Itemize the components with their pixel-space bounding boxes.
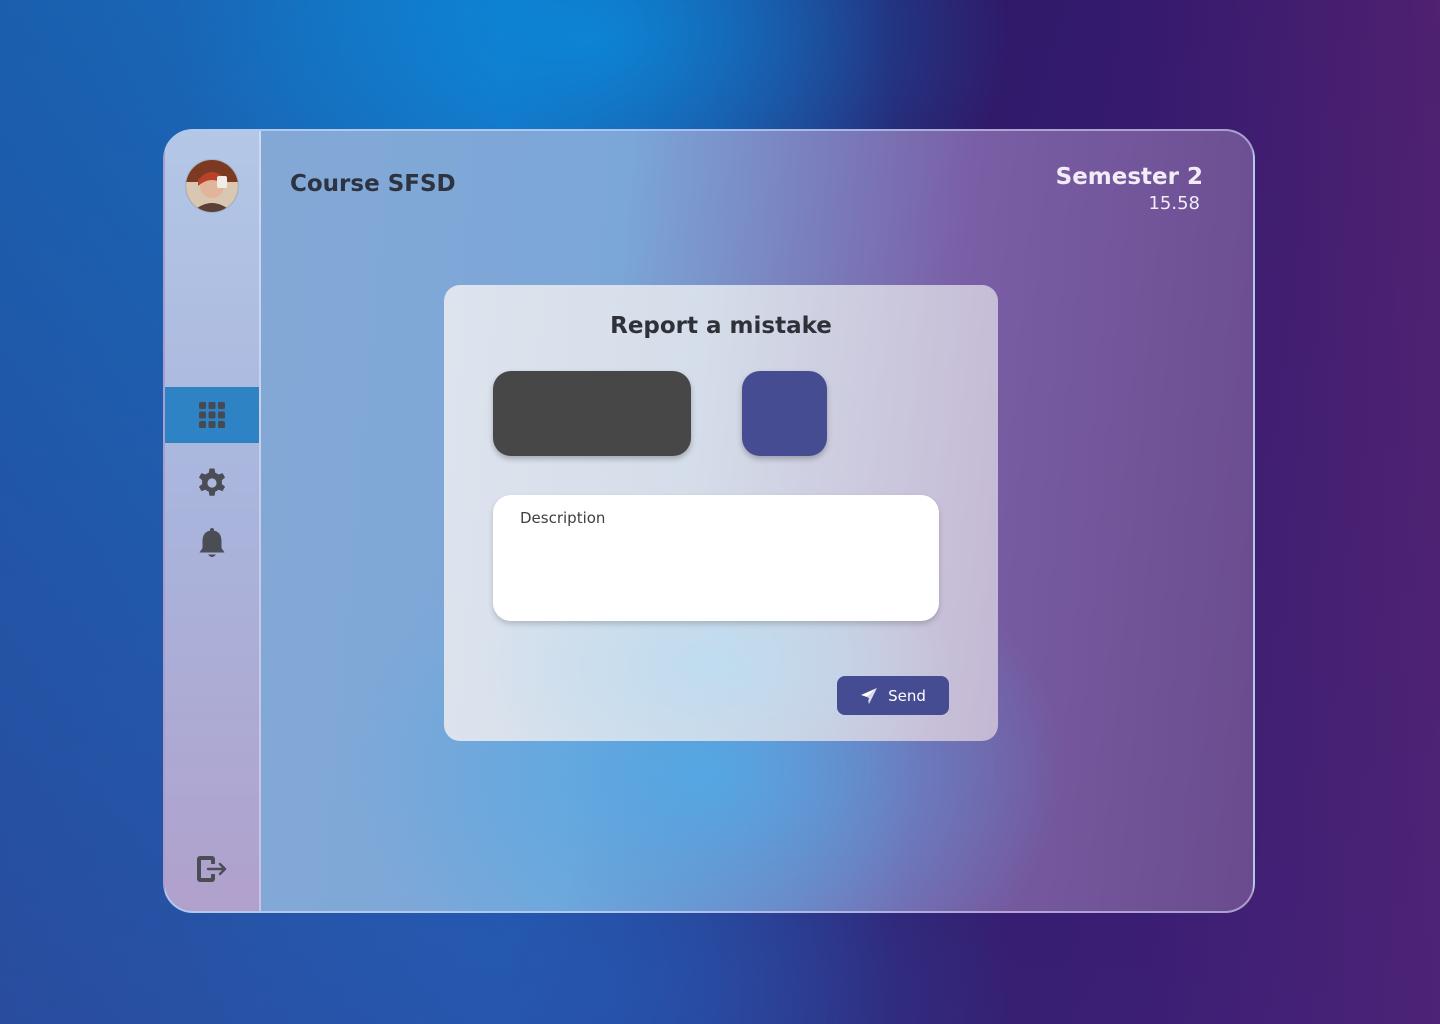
semester-value: 15.58: [1148, 193, 1200, 214]
report-mistake-dialog: Report a mistake Send: [444, 285, 998, 741]
option-dark-button[interactable]: [493, 371, 691, 456]
semester-info: Semester 2 15.58: [1056, 162, 1203, 216]
send-label: Send: [888, 686, 926, 705]
send-button[interactable]: Send: [837, 676, 949, 715]
sidebar-item-settings[interactable]: [165, 455, 259, 511]
gear-icon: [198, 468, 226, 496]
paper-plane-icon: [861, 687, 878, 704]
sidebar: [165, 131, 261, 911]
page-title: Course SFSD: [290, 171, 456, 197]
logout-icon: [197, 856, 227, 882]
bell-icon: [199, 528, 225, 557]
option-blue-button[interactable]: [742, 371, 827, 456]
sidebar-item-apps[interactable]: [165, 387, 259, 443]
avatar[interactable]: [186, 160, 238, 212]
sidebar-item-notifications[interactable]: [165, 516, 259, 572]
description-field[interactable]: [493, 495, 939, 621]
semester-label: Semester 2: [1055, 164, 1203, 190]
sidebar-item-logout[interactable]: [165, 841, 259, 897]
app-window: Course SFSD Semester 2 15.58 Report a mi…: [163, 129, 1255, 913]
apps-grid-icon: [199, 402, 225, 428]
dialog-title: Report a mistake: [610, 313, 832, 339]
